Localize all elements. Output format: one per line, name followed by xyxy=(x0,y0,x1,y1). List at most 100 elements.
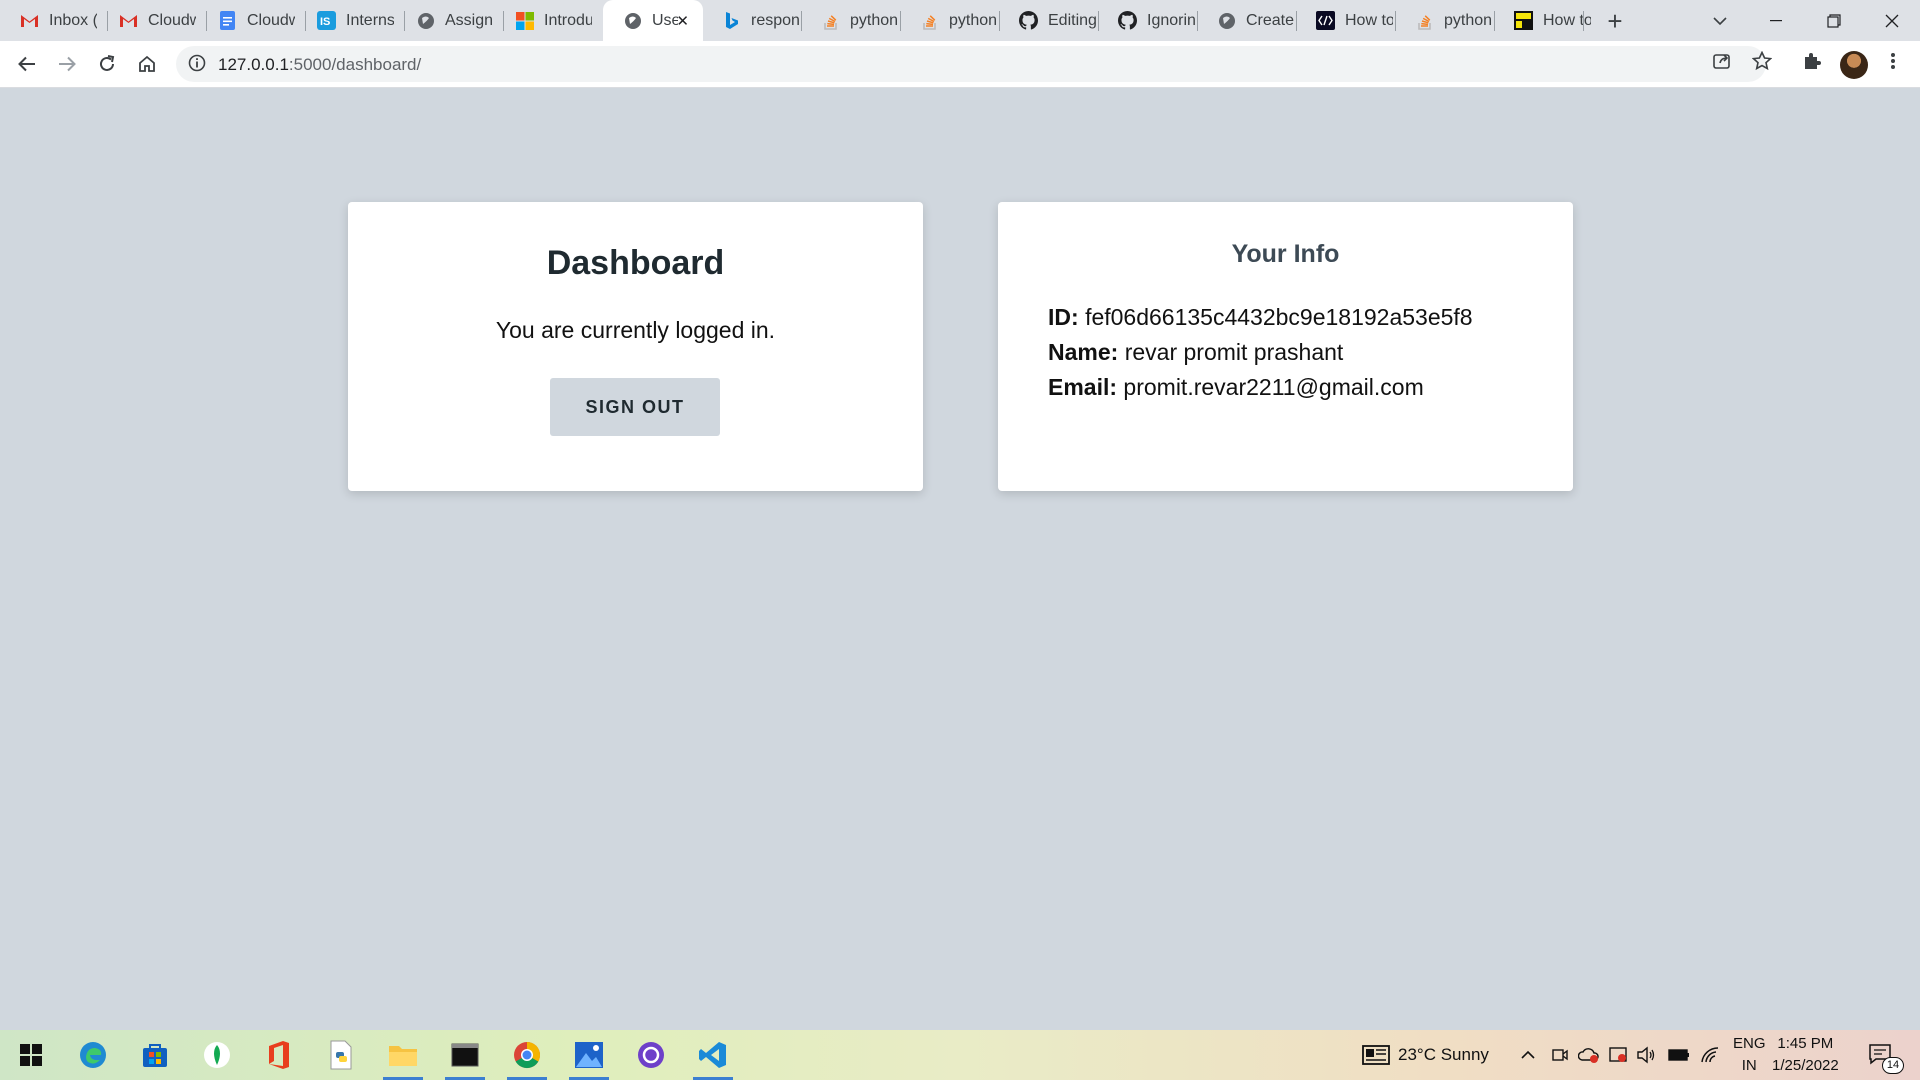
mongodb-leaf-icon xyxy=(204,1042,230,1068)
reload-icon xyxy=(100,55,115,71)
home-button[interactable] xyxy=(132,49,162,79)
weather-news-icon xyxy=(1362,1045,1390,1065)
restore-icon xyxy=(1827,13,1841,28)
tab-active-user[interactable]: Use ✕ xyxy=(603,0,703,41)
user-info-card: Your Info ID: fef06d66135c4432bc9e18192a… xyxy=(998,202,1573,491)
sign-out-button[interactable]: SIGN OUT xyxy=(550,378,720,436)
python-taskbar-button[interactable] xyxy=(313,1030,369,1080)
edge-icon xyxy=(80,1042,106,1068)
close-window-button[interactable] xyxy=(1864,0,1920,41)
bookmark-button[interactable] xyxy=(1747,46,1777,76)
share-button[interactable] xyxy=(1707,46,1737,76)
close-tab-icon[interactable]: ✕ xyxy=(676,12,689,30)
tab-label: python xyxy=(949,11,997,29)
photos-taskbar-button[interactable] xyxy=(561,1030,617,1080)
tab-assignment[interactable]: Assignr xyxy=(396,0,502,41)
tab-python-1[interactable]: python xyxy=(801,0,907,41)
tab-python-2[interactable]: python xyxy=(900,0,1006,41)
python-file-icon xyxy=(330,1040,352,1070)
name-value: revar promit prashant xyxy=(1124,339,1344,365)
internshala-icon: IS xyxy=(317,11,336,30)
lang-top: ENG xyxy=(1733,1035,1766,1052)
tab-how-to-1[interactable]: How to xyxy=(1296,0,1402,41)
meet-now-icon[interactable] xyxy=(1551,1030,1569,1080)
lang-bottom: IN xyxy=(1741,1057,1757,1074)
new-tab-button[interactable]: + xyxy=(1600,6,1630,36)
puzzle-icon xyxy=(1805,53,1821,69)
show-hidden-icons-button[interactable] xyxy=(1520,1030,1536,1080)
info-row-id: ID: fef06d66135c4432bc9e18192a53e5f8 xyxy=(1048,300,1473,335)
minimize-button[interactable] xyxy=(1748,0,1804,41)
tab-internshala[interactable]: IS Interns xyxy=(297,0,403,41)
onedrive-icon[interactable] xyxy=(1578,1030,1600,1080)
tab-label: Assignr xyxy=(445,11,493,29)
menu-button[interactable] xyxy=(1878,46,1908,76)
tab-inbox[interactable]: Inbox ( xyxy=(0,0,106,41)
wifi-icon[interactable] xyxy=(1700,1030,1720,1080)
globe-icon xyxy=(1217,11,1236,30)
more-vert-icon xyxy=(1891,53,1895,69)
store-taskbar-button[interactable] xyxy=(127,1030,183,1080)
tab-python-3[interactable]: python xyxy=(1395,0,1501,41)
profile-avatar[interactable] xyxy=(1840,51,1868,79)
tab-create[interactable]: Create xyxy=(1197,0,1303,41)
vscode-taskbar-button[interactable] xyxy=(685,1030,741,1080)
forward-button[interactable] xyxy=(52,49,82,79)
tab-cloudw-mail[interactable]: Cloudw xyxy=(99,0,205,41)
tab-label: respon xyxy=(751,11,799,29)
language-indicator[interactable]: ENG IN xyxy=(1733,1030,1773,1080)
volume-icon[interactable] xyxy=(1636,1030,1656,1080)
url-path: :5000/dashboard/ xyxy=(288,55,422,74)
office-taskbar-button[interactable] xyxy=(251,1030,307,1080)
tab-search-button[interactable] xyxy=(1692,0,1748,41)
start-button[interactable] xyxy=(3,1030,59,1080)
reload-button[interactable] xyxy=(92,49,122,79)
bing-icon xyxy=(722,11,741,30)
tab-label: Cloudw xyxy=(247,11,295,29)
minimize-icon xyxy=(1770,19,1782,21)
info-row-email: Email: promit.revar2211@gmail.com xyxy=(1048,370,1473,405)
chrome-icon xyxy=(514,1042,541,1069)
notification-center-button[interactable]: 14 xyxy=(1868,1030,1908,1080)
tab-how-to-2[interactable]: How to xyxy=(1494,0,1600,41)
edge-taskbar-button[interactable] xyxy=(65,1030,121,1080)
notification-count: 14 xyxy=(1882,1057,1904,1074)
tab-introduction[interactable]: Introdu xyxy=(495,0,601,41)
tab-label: Introdu xyxy=(544,11,592,29)
tab-separator xyxy=(1583,11,1584,31)
file-explorer-taskbar-button[interactable] xyxy=(375,1030,431,1080)
arrow-right-icon xyxy=(59,56,76,72)
github-icon xyxy=(1019,11,1038,30)
github-icon xyxy=(1118,11,1137,30)
chevron-up-icon xyxy=(1521,1050,1535,1059)
tab-cloudw-docs[interactable]: Cloudw xyxy=(198,0,304,41)
chrome-taskbar-button[interactable] xyxy=(499,1030,555,1080)
chevron-down-icon xyxy=(1713,16,1727,25)
tab-github-ignoring[interactable]: Ignorin xyxy=(1098,0,1204,41)
clock[interactable]: 1:45 PM 1/25/2022 xyxy=(1772,1030,1862,1080)
github-desktop-taskbar-button[interactable] xyxy=(623,1030,679,1080)
weather-widget[interactable]: 23°C Sunny xyxy=(1362,1030,1489,1080)
clock-date: 1/25/2022 xyxy=(1772,1057,1839,1074)
email-value: promit.revar2211@gmail.com xyxy=(1123,374,1424,400)
email-label: Email: xyxy=(1048,374,1118,400)
security-icon[interactable] xyxy=(1608,1030,1628,1080)
tab-bing[interactable]: respon xyxy=(702,0,808,41)
tab-label: python xyxy=(1444,11,1492,29)
tab-github-editing[interactable]: Editing xyxy=(999,0,1105,41)
star-icon xyxy=(1752,51,1772,71)
microsoft-icon xyxy=(515,11,534,30)
restore-button[interactable] xyxy=(1806,0,1862,41)
info-icon[interactable] xyxy=(188,54,206,77)
name-label: Name: xyxy=(1048,339,1119,365)
page-title: Dashboard xyxy=(546,244,725,282)
battery-icon[interactable] xyxy=(1668,1030,1690,1080)
back-button[interactable] xyxy=(12,49,42,79)
gmail-icon xyxy=(20,11,39,30)
terminal-taskbar-button[interactable] xyxy=(437,1030,493,1080)
address-bar[interactable]: 127.0.0.1:5000/dashboard/ xyxy=(176,46,1766,82)
stackoverflow-icon xyxy=(821,11,840,30)
url-host: 127.0.0.1 xyxy=(218,55,289,74)
extensions-button[interactable] xyxy=(1797,46,1827,76)
mongodb-taskbar-button[interactable] xyxy=(189,1030,245,1080)
